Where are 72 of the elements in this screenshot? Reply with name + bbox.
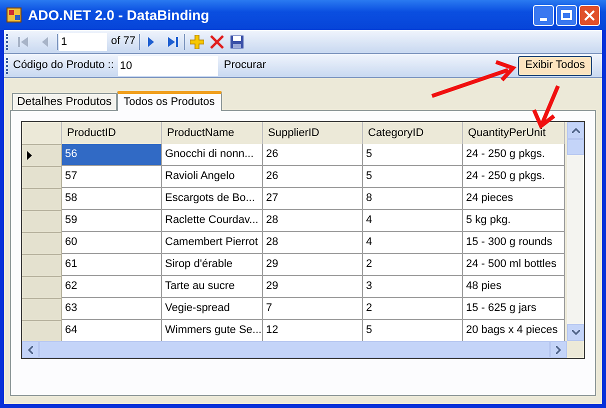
row-header[interactable] [22,144,62,166]
table-cell: 26 [263,166,363,188]
table-cell: 20 bags x 4 pieces [463,320,565,341]
annotation-arrow [532,85,560,130]
table-cell: Tarte au sucre [162,276,263,298]
table-cell: Wimmers gute Se... [162,320,263,341]
minimize-button[interactable] [533,4,554,26]
scroll-right-icon[interactable] [556,346,561,354]
table-cell: 5 [363,144,463,166]
table-cell: 60 [62,232,162,254]
table-cell: 28 [263,210,363,232]
app-icon [6,7,22,23]
table-cell: Sirop d'érable [162,254,263,276]
table-cell: 15 - 625 g jars [463,298,565,320]
table-cell: 24 pieces [463,188,565,210]
record-count: of 77 [111,34,136,50]
table-cell: 2 [363,298,463,320]
table-cell: 2 [363,254,463,276]
table-cell: 5 kg pkg. [463,210,565,232]
table-cell: 56 [62,144,162,166]
table-cell: 15 - 300 g rounds [463,232,565,254]
table-cell: 26 [263,144,363,166]
scroll-up-icon[interactable] [572,128,580,133]
table-cell: 64 [62,320,162,341]
table-cell: Raclette Courdav... [162,210,263,232]
product-code-field[interactable]: 10 [118,56,218,76]
delete-icon[interactable] [210,34,224,48]
table-cell: Escargots de Bo... [162,188,263,210]
table-cell: 5 [363,166,463,188]
save-icon[interactable] [230,34,244,48]
position-field[interactable]: 1 [59,32,107,50]
search-button[interactable]: Procurar [222,57,268,74]
table-cell: 4 [363,210,463,232]
maximize-button[interactable] [556,4,577,26]
vertical-scrollbar[interactable] [567,122,584,341]
close-button[interactable] [579,4,600,26]
product-code-label: Código do Produto :: [13,58,114,74]
table-cell: 28 [263,232,363,254]
table-cell: 12 [263,320,363,341]
table-cell: 4 [363,232,463,254]
table-cell: 27 [263,188,363,210]
table-cell: 5 [363,320,463,341]
table-cell: 57 [62,166,162,188]
current-row-icon [27,151,32,160]
show-all-button[interactable]: Exibir Todos [518,56,592,76]
scroll-thumb[interactable] [567,139,584,155]
table-cell: Camembert Pierrot [162,232,263,254]
window-title: ADO.NET 2.0 - DataBinding [28,6,210,25]
table-cell: 29 [263,254,363,276]
scroll-down-icon[interactable] [572,330,580,335]
table-cell: 7 [263,298,363,320]
table-cell: Gnocchi di nonn... [162,144,263,166]
table-cell: 24 - 500 ml bottles [463,254,565,276]
close-icon [584,10,595,20]
table-cell: 59 [62,210,162,232]
table-cell: 48 pies [463,276,565,298]
table-cell: 8 [363,188,463,210]
table-cell: 62 [62,276,162,298]
scroll-left-icon[interactable] [28,346,33,354]
last-record-icon[interactable] [167,36,180,48]
table-cell: 29 [263,276,363,298]
tab[interactable]: Todos os Produtos [116,91,222,111]
table-cell: Vegie-spread [162,298,263,320]
plus-icon[interactable] [190,34,204,48]
table-cell: Ravioli Angelo [162,166,263,188]
tab[interactable]: Detalhes Produtos [12,93,117,110]
table-cell: 3 [363,276,463,298]
table-cell: 61 [62,254,162,276]
table-cell: 58 [62,188,162,210]
table-cell: 24 - 250 g pkgs. [463,144,565,166]
table-cell: 63 [62,298,162,320]
table-cell: 24 - 250 g pkgs. [463,166,565,188]
